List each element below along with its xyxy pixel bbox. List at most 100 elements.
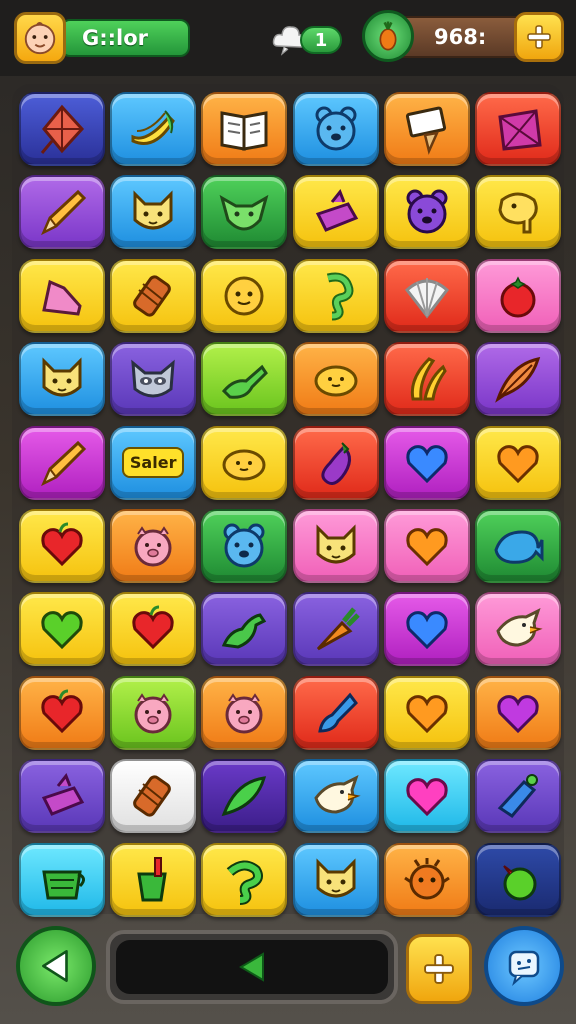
tile-r7-c2[interactable]: [110, 592, 197, 667]
blue-heart-icon: [406, 611, 448, 650]
green-heart-icon: [41, 611, 83, 650]
tile-r4-c6[interactable]: [474, 342, 561, 417]
tile-r6-c6[interactable]: [474, 508, 561, 583]
tile-r5-c3[interactable]: [201, 425, 288, 500]
tile-r3-c6[interactable]: [474, 258, 561, 333]
tile-r2-c1[interactable]: [19, 175, 105, 250]
tile-r2-c4[interactable]: [292, 175, 379, 250]
soda-cup-icon: [137, 856, 167, 902]
kite-icon: [40, 104, 85, 154]
chat-button[interactable]: [484, 926, 564, 1006]
gem-icon: [498, 109, 542, 151]
tile-r2-c2[interactable]: [110, 175, 197, 250]
tile-r10-c3[interactable]: [201, 842, 288, 917]
tile-r5-c1[interactable]: [19, 425, 105, 500]
tile-r10-c2[interactable]: [110, 842, 197, 917]
tile-r3-c1[interactable]: [19, 258, 105, 333]
avatar-button[interactable]: [14, 12, 66, 64]
elephant-icon: [498, 192, 538, 234]
tile-r1-c2[interactable]: [110, 92, 197, 166]
tile-r4-c3[interactable]: [201, 342, 288, 417]
player-name-pill[interactable]: G::lor: [60, 19, 190, 57]
tile-r7-c6[interactable]: [474, 592, 561, 667]
tile-r7-c4[interactable]: [292, 592, 379, 667]
tile-r6-c3[interactable]: [201, 508, 288, 583]
coin-value: 968:: [434, 25, 487, 49]
tile-r7-c3[interactable]: [201, 592, 288, 667]
progress-bar: [106, 930, 398, 1004]
tile-r1-c4[interactable]: [292, 92, 379, 166]
bananas-icon: [131, 110, 176, 145]
baby-face-icon: [24, 22, 56, 55]
tile-r8-c4[interactable]: [292, 675, 379, 750]
tile-r2-c6[interactable]: [474, 175, 561, 250]
tile-r4-c4[interactable]: [292, 342, 379, 417]
tile-r6-c1[interactable]: [19, 508, 105, 583]
cat-face-icon: [316, 857, 356, 898]
top-bar: G::lor 1 968:: [0, 0, 576, 76]
tile-r6-c4[interactable]: [292, 508, 379, 583]
rolling-pin-icon: [133, 775, 172, 817]
chat-icon: [508, 950, 540, 986]
tile-r5-c5[interactable]: [383, 425, 470, 500]
tile-r9-c6[interactable]: [474, 759, 561, 834]
tile-r5-c4[interactable]: [292, 425, 379, 500]
dinosaur-icon: [222, 613, 267, 649]
tile-r7-c1[interactable]: [19, 592, 105, 667]
pig-face-icon: [225, 692, 263, 734]
tile-r9-c3[interactable]: [201, 759, 288, 834]
tile-r8-c3[interactable]: [201, 675, 288, 750]
tile-r1-c1[interactable]: [19, 92, 105, 166]
pencil-icon: [41, 190, 87, 236]
bird-icon: [496, 608, 543, 647]
snake-icon: [227, 860, 264, 905]
notepad-icon: [405, 106, 446, 155]
cat-face-icon: [316, 524, 356, 564]
tile-r4-c2[interactable]: [110, 342, 197, 417]
plus-icon: [527, 25, 551, 49]
tile-r9-c2[interactable]: [110, 759, 197, 834]
tile-r4-c5[interactable]: [383, 342, 470, 417]
tile-r1-c3[interactable]: [201, 92, 288, 166]
tile-r5-c6[interactable]: [474, 425, 561, 500]
bear-face-icon: [223, 523, 265, 568]
tile-r6-c5[interactable]: [383, 508, 470, 583]
tile-r8-c1[interactable]: [19, 675, 105, 750]
tile-r7-c5[interactable]: [383, 592, 470, 667]
tile-r3-c2[interactable]: [110, 258, 197, 333]
tile-r5-c2[interactable]: Saler: [110, 425, 197, 500]
tile-r8-c5[interactable]: [383, 675, 470, 750]
back-button[interactable]: [16, 926, 96, 1006]
monster-face-icon: [403, 857, 450, 900]
paint-brush-icon: [317, 692, 358, 733]
tile-r4-c1[interactable]: [19, 342, 105, 417]
tile-r1-c6[interactable]: [474, 92, 561, 166]
tile-r1-c5[interactable]: [383, 92, 470, 166]
tile-r10-c1[interactable]: [19, 842, 105, 917]
tile-r9-c5[interactable]: [383, 759, 470, 834]
tile-r3-c5[interactable]: [383, 258, 470, 333]
tile-r2-c3[interactable]: [201, 175, 288, 250]
tile-r3-c4[interactable]: [292, 258, 379, 333]
shoe-icon: [42, 279, 82, 316]
carrot-icon: [379, 21, 397, 51]
orange-heart-icon: [497, 444, 539, 483]
buy-coins-button[interactable]: [514, 12, 564, 62]
coin-counter: 968:: [396, 16, 528, 58]
tile-r8-c6[interactable]: [474, 675, 561, 750]
tile-r8-c2[interactable]: [110, 675, 197, 750]
tile-r3-c3[interactable]: [201, 258, 288, 333]
tile-r10-c4[interactable]: [292, 842, 379, 917]
lives-counter[interactable]: 1: [300, 26, 342, 54]
tile-r2-c5[interactable]: [383, 175, 470, 250]
tile-r9-c1[interactable]: [19, 759, 105, 834]
leaf-icon: [221, 776, 267, 817]
pig-face-icon: [134, 692, 172, 734]
tile-r6-c2[interactable]: [110, 508, 197, 583]
tile-r10-c5[interactable]: [383, 842, 470, 917]
blue-heart-icon: [406, 444, 448, 483]
orange-heart-icon: [406, 528, 448, 567]
add-button[interactable]: [406, 934, 472, 1004]
tile-r10-c6[interactable]: [474, 842, 561, 917]
tile-r9-c4[interactable]: [292, 759, 379, 834]
